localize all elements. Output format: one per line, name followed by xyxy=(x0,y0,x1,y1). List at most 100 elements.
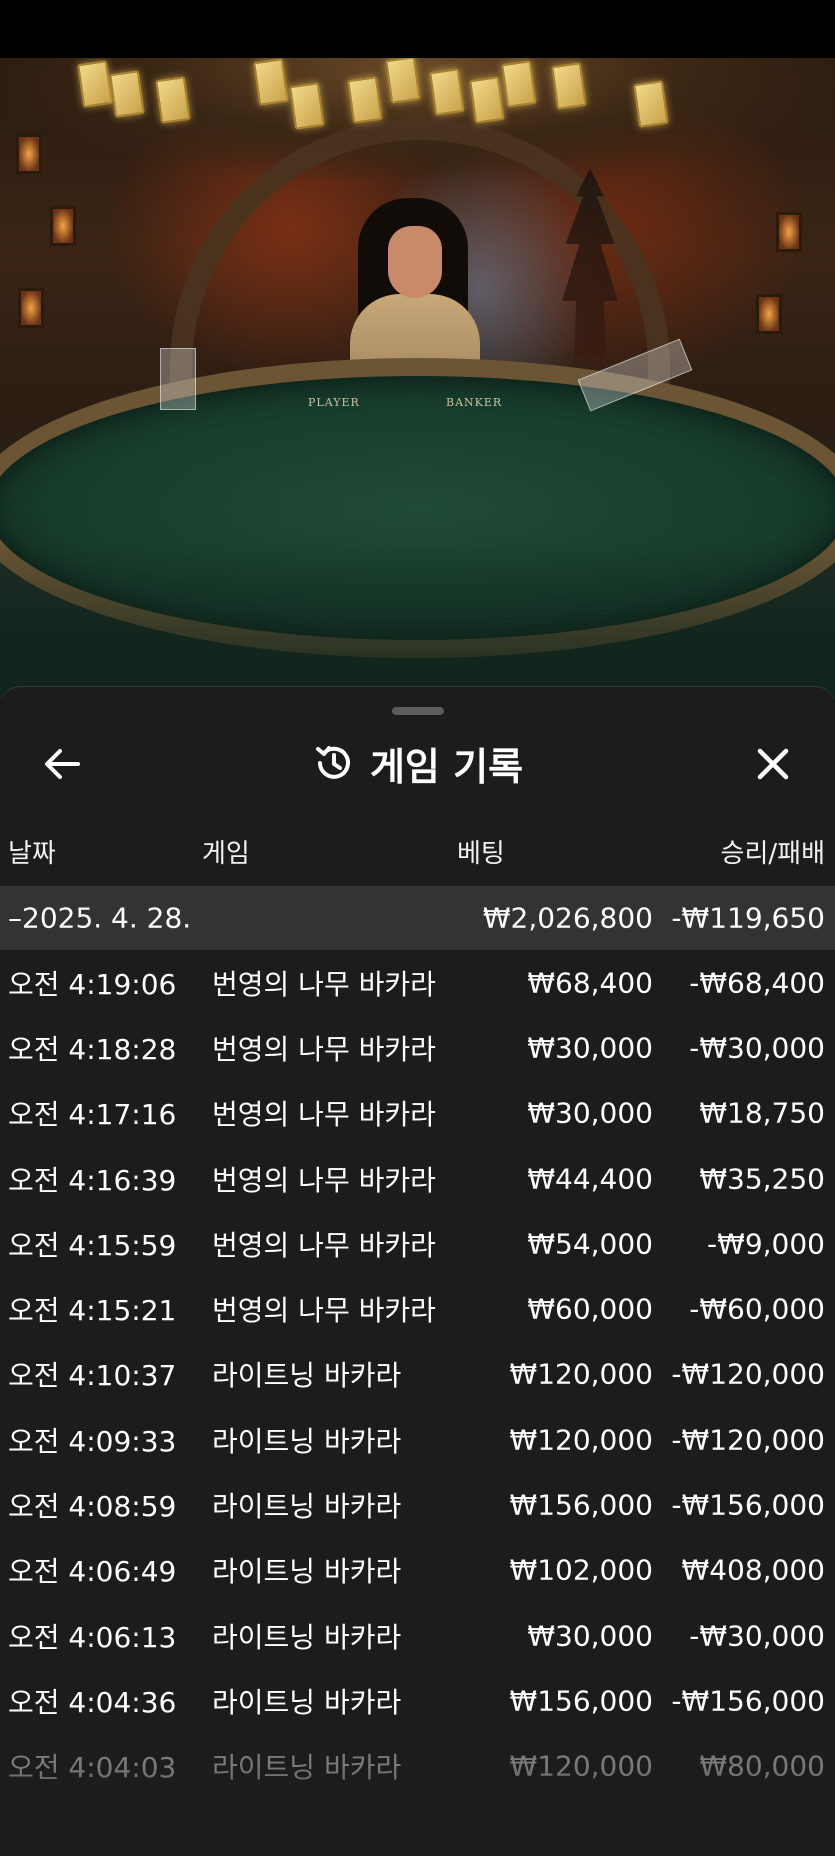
column-header-date: 날짜 xyxy=(8,839,56,869)
row-time: 오전 4:09:33 xyxy=(8,1424,177,1458)
row-game-name: 라이트닝 바카라 xyxy=(212,1424,402,1458)
history-row[interactable]: 오전 4:04:36 라이트닝 바카라 ₩156,000 -₩156,000 xyxy=(0,1668,835,1733)
status-bar xyxy=(0,0,835,58)
row-bet-amount: ₩120,000 xyxy=(509,1357,653,1391)
row-result-amount: -₩68,400 xyxy=(689,966,825,1000)
live-video-stream: PLAYER BANKER xyxy=(0,58,835,700)
row-bet-amount: ₩30,000 xyxy=(527,1619,653,1653)
history-row[interactable]: 오전 4:19:06 번영의 나무 바카라 ₩68,400 -₩68,400 xyxy=(0,950,835,1015)
row-time: 오전 4:15:21 xyxy=(8,1294,177,1328)
lantern xyxy=(756,294,782,334)
history-row[interactable]: 오전 4:08:59 라이트닝 바카라 ₩156,000 -₩156,000 xyxy=(0,1472,835,1537)
row-time: 오전 4:15:59 xyxy=(8,1228,177,1262)
hanging-card xyxy=(501,60,537,108)
game-history-sheet: 게임 기록 날짜 게임 베팅 승리/패배 –2025. 4. 28. ₩2,02… xyxy=(0,686,835,1856)
history-table: –2025. 4. 28. ₩2,026,800 -₩119,650 오전 4:… xyxy=(0,886,835,1799)
column-header-result: 승리/패배 xyxy=(720,839,825,869)
close-button[interactable] xyxy=(748,739,798,789)
page-title: 게임 기록 xyxy=(369,744,524,789)
row-result-amount: ₩35,250 xyxy=(699,1162,825,1196)
hanging-card xyxy=(469,76,505,124)
table-label-banker: BANKER xyxy=(446,396,503,409)
row-time: 오전 4:06:49 xyxy=(8,1555,177,1589)
hanging-card xyxy=(633,80,669,128)
row-time: 오전 4:16:39 xyxy=(8,1163,177,1197)
card-discard-tray xyxy=(160,348,196,410)
row-bet-amount: ₩54,000 xyxy=(527,1227,653,1261)
history-row[interactable]: 오전 4:10:37 라이트닝 바카라 ₩120,000 -₩120,000 xyxy=(0,1342,835,1407)
lantern xyxy=(776,212,802,252)
row-time: 오전 4:04:36 xyxy=(8,1685,177,1719)
row-game-name: 라이트닝 바카라 xyxy=(212,1490,402,1524)
row-result-amount: -₩120,000 xyxy=(671,1423,825,1457)
hanging-card xyxy=(429,68,465,116)
hanging-card xyxy=(385,58,421,104)
row-bet-amount: ₩120,000 xyxy=(509,1749,653,1783)
history-row[interactable]: 오전 4:18:28 번영의 나무 바카라 ₩30,000 -₩30,000 xyxy=(0,1015,835,1080)
column-header-bet: 베팅 xyxy=(457,839,505,869)
row-bet-amount: ₩102,000 xyxy=(509,1553,653,1587)
row-bet-amount: ₩156,000 xyxy=(509,1488,653,1522)
row-time: 오전 4:06:13 xyxy=(8,1620,177,1654)
row-time: 오전 4:08:59 xyxy=(8,1490,177,1524)
row-result-amount: -₩30,000 xyxy=(689,1619,825,1653)
date-group-row[interactable]: –2025. 4. 28. ₩2,026,800 -₩119,650 xyxy=(0,886,835,950)
sheet-drag-handle[interactable] xyxy=(392,707,444,715)
date-group-label: –2025. 4. 28. xyxy=(8,901,192,935)
row-result-amount: -₩156,000 xyxy=(671,1488,825,1522)
row-game-name: 번영의 나무 바카라 xyxy=(212,1294,436,1328)
row-time: 오전 4:04:03 xyxy=(8,1751,177,1785)
row-result-amount: ₩408,000 xyxy=(681,1553,825,1587)
row-game-name: 라이트닝 바카라 xyxy=(212,1751,402,1785)
history-row[interactable]: 오전 4:15:59 번영의 나무 바카라 ₩54,000 -₩9,000 xyxy=(0,1211,835,1276)
column-header-game: 게임 xyxy=(202,839,250,869)
row-game-name: 라이트닝 바카라 xyxy=(212,1359,402,1393)
row-time: 오전 4:18:28 xyxy=(8,1032,177,1066)
lantern xyxy=(50,206,76,246)
history-row[interactable]: 오전 4:06:13 라이트닝 바카라 ₩30,000 -₩30,000 xyxy=(0,1603,835,1668)
row-result-amount: -₩120,000 xyxy=(671,1357,825,1391)
row-result-amount: ₩80,000 xyxy=(699,1749,825,1783)
row-time: 오전 4:19:06 xyxy=(8,967,177,1001)
dealer-face xyxy=(388,226,442,298)
hanging-card xyxy=(289,82,325,130)
history-row[interactable]: 오전 4:09:33 라이트닝 바카라 ₩120,000 -₩120,000 xyxy=(0,1407,835,1472)
row-bet-amount: ₩156,000 xyxy=(509,1684,653,1718)
history-row[interactable]: 오전 4:06:49 라이트닝 바카라 ₩102,000 ₩408,000 xyxy=(0,1538,835,1603)
row-bet-amount: ₩68,400 xyxy=(527,966,653,1000)
hanging-card xyxy=(109,70,145,118)
row-game-name: 번영의 나무 바카라 xyxy=(212,1032,436,1066)
history-clock-icon xyxy=(315,746,350,779)
row-game-name: 번영의 나무 바카라 xyxy=(212,967,436,1001)
date-group-bet-total: ₩2,026,800 xyxy=(482,901,653,935)
row-time: 오전 4:10:37 xyxy=(8,1359,177,1393)
table-label-player: PLAYER xyxy=(308,396,360,409)
row-bet-amount: ₩30,000 xyxy=(527,1031,653,1065)
row-result-amount: ₩18,750 xyxy=(699,1096,825,1130)
row-result-amount: -₩156,000 xyxy=(671,1684,825,1718)
hanging-card xyxy=(253,58,289,106)
history-row[interactable]: 오전 4:15:21 번영의 나무 바카라 ₩60,000 -₩60,000 xyxy=(0,1276,835,1341)
history-rows: 오전 4:19:06 번영의 나무 바카라 ₩68,400 -₩68,400 오전 4:… xyxy=(0,950,835,1799)
lantern xyxy=(16,134,42,174)
row-bet-amount: ₩120,000 xyxy=(509,1423,653,1457)
row-bet-amount: ₩44,400 xyxy=(527,1162,653,1196)
row-bet-amount: ₩60,000 xyxy=(527,1292,653,1326)
history-row[interactable]: 오전 4:04:03 라이트닝 바카라 ₩120,000 ₩80,000 xyxy=(0,1734,835,1799)
row-game-name: 라이트닝 바카라 xyxy=(212,1620,402,1654)
row-result-amount: -₩9,000 xyxy=(707,1227,825,1261)
row-game-name: 번영의 나무 바카라 xyxy=(212,1228,436,1262)
close-icon xyxy=(757,748,789,780)
hanging-card xyxy=(551,62,587,110)
hanging-card xyxy=(77,60,113,108)
row-game-name: 라이트닝 바카라 xyxy=(212,1685,402,1719)
row-game-name: 라이트닝 바카라 xyxy=(212,1555,402,1589)
row-game-name: 번영의 나무 바카라 xyxy=(212,1098,436,1132)
hanging-card xyxy=(155,76,191,124)
date-group-result-total: -₩119,650 xyxy=(671,901,825,935)
history-row[interactable]: 오전 4:16:39 번영의 나무 바카라 ₩44,400 ₩35,250 xyxy=(0,1146,835,1211)
row-result-amount: -₩30,000 xyxy=(689,1031,825,1065)
sheet-header: 게임 기록 xyxy=(0,735,835,791)
history-row[interactable]: 오전 4:17:16 번영의 나무 바카라 ₩30,000 ₩18,750 xyxy=(0,1081,835,1146)
row-game-name: 번영의 나무 바카라 xyxy=(212,1163,436,1197)
